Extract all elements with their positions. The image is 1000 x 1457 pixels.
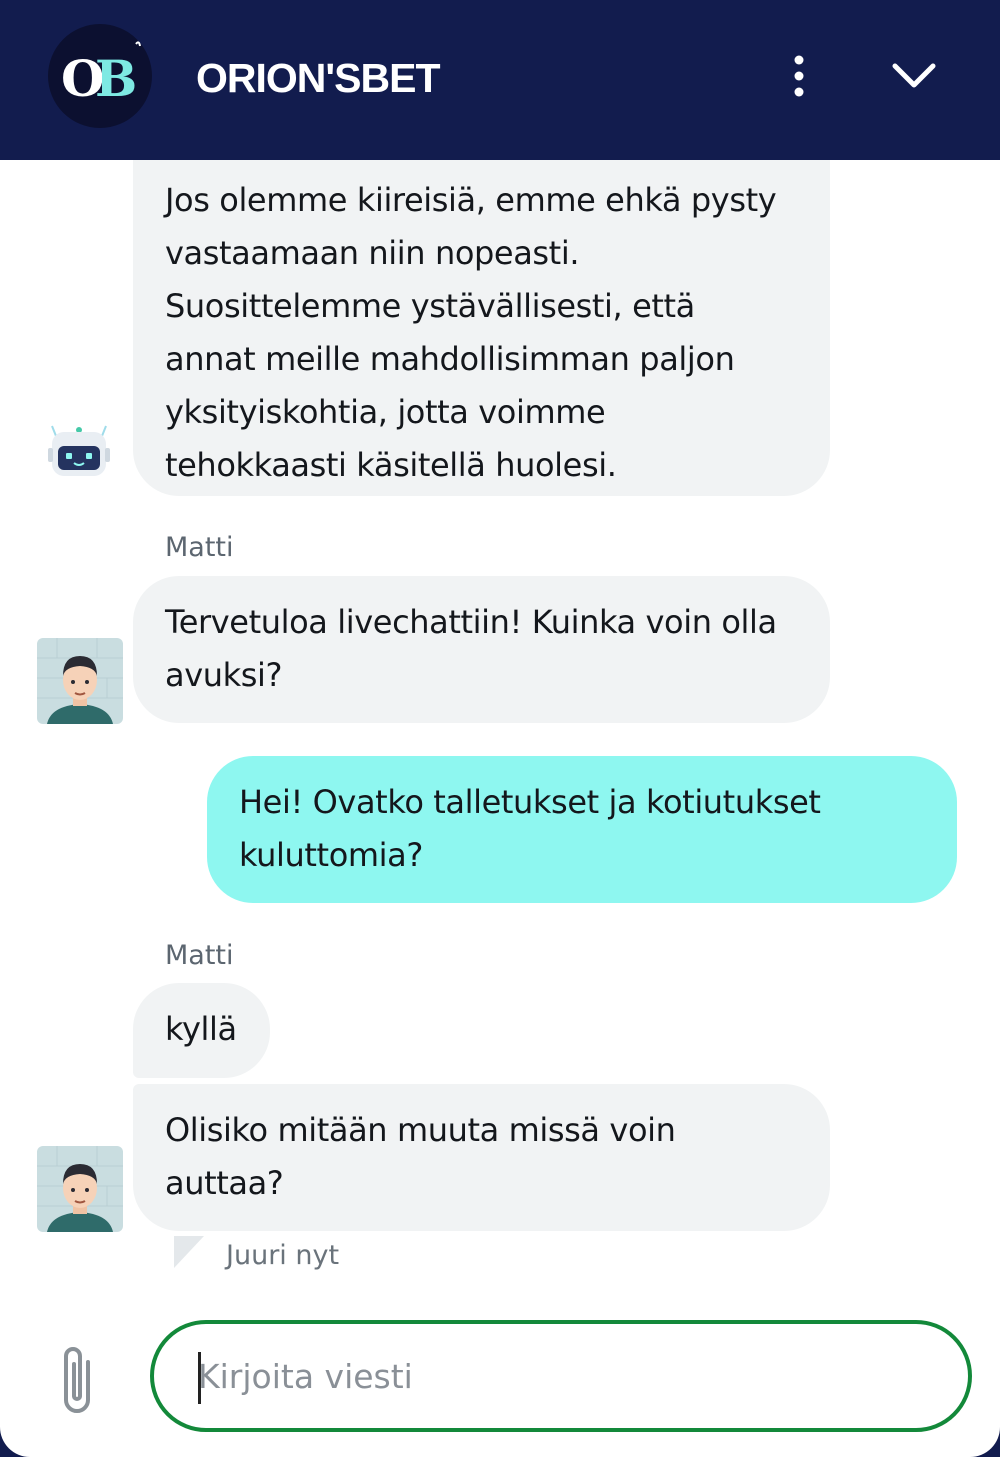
chat-header: O B ORION'SBET [0,0,1000,160]
message-line: vastaamaan niin nopeasti. [165,234,580,272]
sender-name: Matti [165,940,234,971]
message-timestamp: Juuri nyt [226,1240,340,1271]
chat-widget: O B ORION'SBET Jos olemme kiireisiä, emm… [0,0,1000,1457]
message-line: avuksi? [165,656,283,694]
read-receipt-icon [174,1236,204,1268]
message-line: auttaa? [165,1164,284,1202]
message-line: Jos olemme kiireisiä, emme ehkä pysty [165,181,777,219]
agent-avatar [37,1146,123,1232]
options-menu-button[interactable] [775,50,823,102]
message-line: kuluttomia? [239,836,423,874]
agent-avatar [37,638,123,724]
message-line: kyllä [165,1010,237,1048]
brand-name: ORION'SBET [196,55,440,101]
agent-message: Olisiko mitään muuta missä voin auttaa? [133,1084,830,1231]
message-input[interactable] [198,1346,918,1406]
user-message: Hei! Ovatko talletukset ja kotiutukset k… [207,756,957,903]
message-input-container [150,1320,972,1432]
brand-logo: O B [48,24,152,128]
message-line: Hei! Ovatko talletukset ja kotiutukset [239,783,821,821]
vertical-dots-icon [794,55,804,97]
svg-text:B: B [95,49,137,108]
bot-message: Jos olemme kiireisiä, emme ehkä pysty va… [133,160,830,496]
agent-message: Tervetuloa livechattiin! Kuinka voin oll… [133,576,830,723]
message-line: annat meille mahdollisimman paljon [165,340,735,378]
bot-avatar [46,422,112,484]
paperclip-icon [64,1347,90,1413]
message-line: Olisiko mitään muuta missä voin [165,1111,676,1149]
minimize-chat-button[interactable] [885,50,943,102]
message-line: tehokkaasti käsitellä huolesi. [165,446,617,484]
message-line: Suosittelemme ystävällisesti, että [165,287,695,325]
sender-name: Matti [165,532,234,563]
text-caret [198,1352,201,1404]
chevron-down-icon [892,63,936,88]
message-line: yksityiskohtia, jotta voimme [165,393,606,431]
attach-file-button[interactable] [56,1340,102,1420]
chat-body[interactable]: Jos olemme kiireisiä, emme ehkä pysty va… [0,160,1000,1457]
message-line: Tervetuloa livechattiin! Kuinka voin oll… [165,603,777,641]
agent-message: kyllä [133,983,270,1078]
